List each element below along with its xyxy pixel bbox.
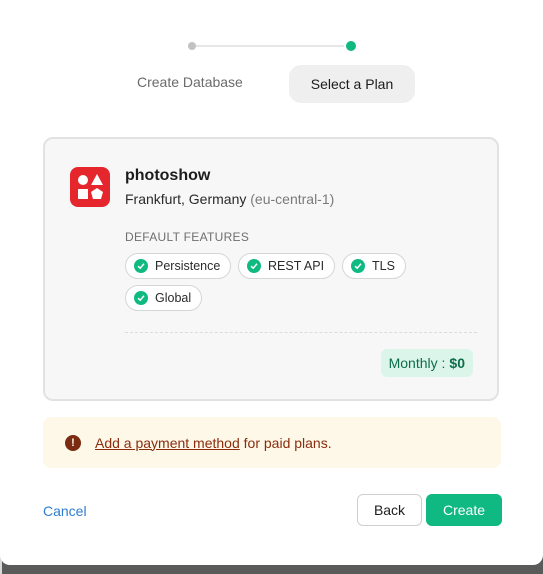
check-icon [351, 259, 365, 273]
check-icon [134, 291, 148, 305]
payment-alert: ! Add a payment method for paid plans. [43, 417, 501, 468]
back-button[interactable]: Back [357, 494, 422, 526]
step-select-a-plan[interactable]: Select a Plan [289, 65, 415, 103]
feature-chip-tls: TLS [342, 253, 406, 279]
step-create-database[interactable]: Create Database [137, 74, 243, 90]
feature-label: Persistence [155, 259, 221, 273]
create-button[interactable]: Create [426, 494, 502, 526]
feature-label: TLS [372, 259, 395, 273]
exclamation-circle-icon: ! [65, 434, 81, 451]
step-2-dot [346, 41, 356, 51]
card-divider [125, 332, 477, 333]
monthly-price-badge: Monthly : $0 [380, 349, 473, 377]
feature-chip-global: Global [125, 285, 203, 311]
alert-suffix: for paid plans. [243, 434, 332, 451]
price-label: Monthly : [388, 355, 446, 371]
cancel-button[interactable]: Cancel [43, 503, 87, 519]
stepper-line [194, 45, 344, 47]
feature-label: Global [155, 291, 192, 305]
feature-label: REST API [268, 259, 325, 273]
feature-chip-persistence: Persistence [125, 253, 232, 279]
database-region: Frankfurt, Germany (eu-central-1) [125, 191, 334, 207]
database-logo-icon [70, 167, 110, 207]
database-summary-card: photoshow Frankfurt, Germany (eu-central… [43, 137, 499, 401]
alert-message: Add a payment method for paid plans. [95, 435, 332, 451]
feature-chip-rest-api: REST API [238, 253, 336, 279]
add-payment-method-link[interactable]: Add a payment method [95, 435, 240, 451]
check-icon [134, 259, 148, 273]
region-code: (eu-central-1) [250, 191, 335, 207]
database-name: photoshow [125, 167, 211, 184]
check-icon [247, 259, 261, 273]
create-database-modal: Create Database Select a Plan photoshow … [0, 0, 543, 565]
features-heading: DEFAULT FEATURES [125, 230, 250, 244]
region-name: Frankfurt, Germany [125, 191, 247, 207]
price-value: $0 [449, 355, 465, 371]
step-1-dot [188, 42, 196, 50]
